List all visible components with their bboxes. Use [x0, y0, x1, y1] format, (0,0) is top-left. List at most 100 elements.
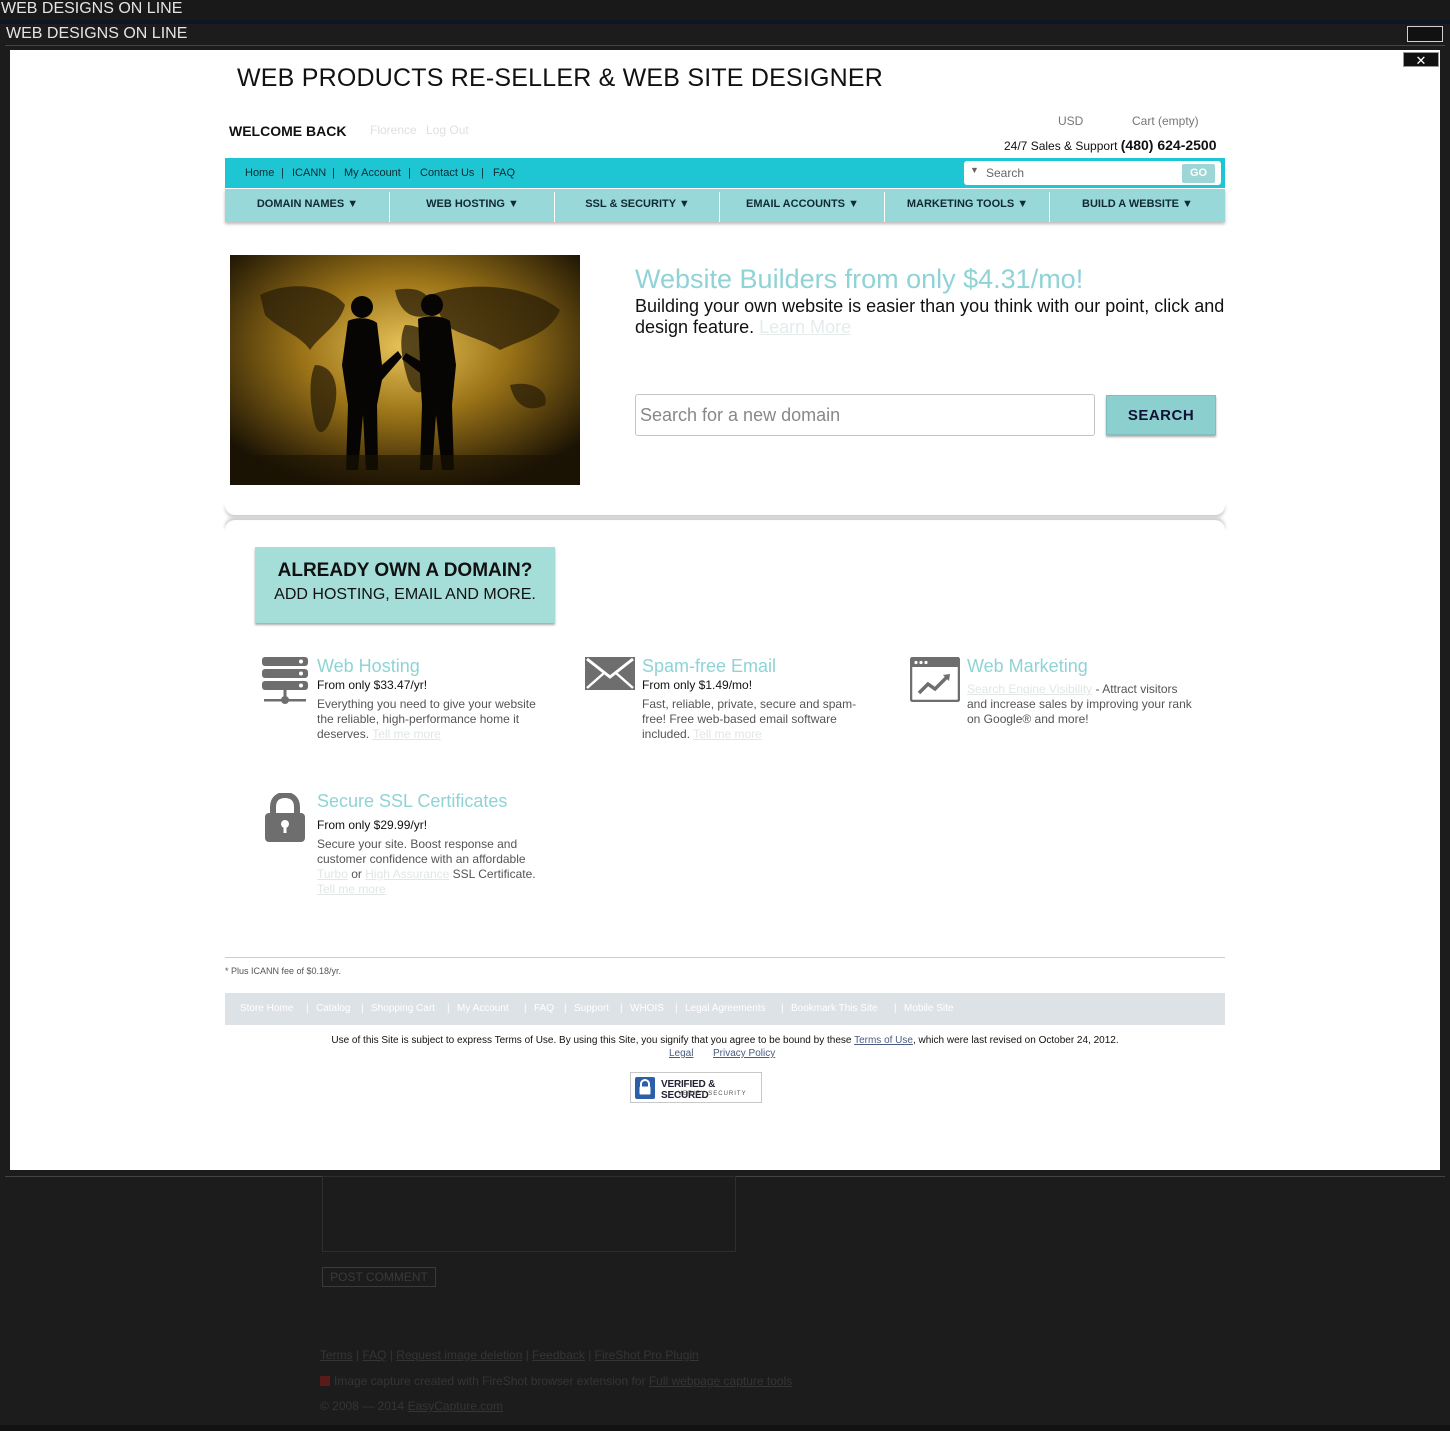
seal-line-1: VERIFIED & SECURED — [661, 1079, 716, 1101]
background-capture-note: Image capture created with FireShot brow… — [320, 1374, 792, 1388]
ssl-price: From only $29.99/yr! — [317, 818, 428, 832]
ssl-cert-text: SSL Certificate. — [452, 867, 536, 881]
terms-of-use-link[interactable]: Terms of Use — [854, 1035, 913, 1046]
web-hosting-title[interactable]: Web Hosting — [317, 656, 420, 677]
footer-separator: | — [620, 1003, 623, 1014]
spam-free-email-price: From only $1.49/mo! — [642, 678, 753, 692]
footer-link-store-home[interactable]: Store Home — [240, 1003, 293, 1014]
legal-link[interactable]: Legal — [669, 1048, 693, 1059]
util-link-home[interactable]: Home — [245, 167, 274, 179]
bg-link-request-deletion[interactable]: Request image deletion — [396, 1348, 522, 1362]
already-own-domain-button[interactable]: ALREADY OWN A DOMAIN? ADD HOSTING, EMAIL… — [255, 547, 555, 623]
domain-search-input[interactable] — [635, 394, 1095, 436]
ssl-tell-me-more[interactable]: Tell me more — [317, 882, 386, 896]
footer-separator: | — [361, 1003, 364, 1014]
nav-web-hosting[interactable]: WEB HOSTING ▼ — [390, 189, 555, 222]
seal-line-2: VERIFY SECURITY — [678, 1091, 747, 1097]
footer-separator: | — [564, 1003, 567, 1014]
nav-email-accounts[interactable]: EMAIL ACCOUNTS ▼ — [720, 189, 885, 222]
main-nav: DOMAIN NAMES ▼ WEB HOSTING ▼ SSL & SECUR… — [225, 189, 1225, 222]
bg-link-feedback[interactable]: Feedback — [532, 1348, 585, 1362]
terms-text-before: Use of this Site is subject to express T… — [331, 1035, 852, 1046]
own-domain-subheading: ADD HOSTING, EMAIL AND MORE. — [274, 586, 536, 603]
lightbox-title: WEB DESIGNS ON LINE — [5, 24, 1445, 46]
window-title: WEB DESIGNS ON LINE — [0, 0, 1450, 20]
spam-free-email-title[interactable]: Spam-free Email — [642, 656, 776, 677]
footer-link-whois[interactable]: WHOIS — [630, 1003, 664, 1014]
capture-tools-link[interactable]: Full webpage capture tools — [649, 1374, 792, 1388]
shield-lock-icon — [635, 1077, 655, 1099]
search-scope-dropdown-icon[interactable]: ▼ — [970, 165, 979, 175]
lightbox-frame-button[interactable] — [1407, 26, 1443, 42]
post-comment-button[interactable]: POST COMMENT — [322, 1267, 436, 1287]
web-hosting-tell-me-more[interactable]: Tell me more — [372, 727, 441, 741]
bottom-edge — [0, 1425, 1450, 1431]
footer-link-catalog[interactable]: Catalog — [316, 1003, 350, 1014]
site-title: WEB PRODUCTS RE-SELLER & WEB SITE DESIGN… — [237, 64, 884, 92]
section-divider — [225, 520, 1225, 532]
icann-fee-note: * Plus ICANN fee of $0.18/yr. — [225, 966, 342, 976]
util-link-contact-us[interactable]: Contact Us — [420, 167, 474, 179]
nav-marketing-tools[interactable]: MARKETING TOOLS ▼ — [885, 189, 1050, 222]
bg-link-faq[interactable]: FAQ — [362, 1348, 386, 1362]
terms-text-after: , which were last revised on October 24,… — [912, 1035, 1119, 1046]
privacy-policy-link[interactable]: Privacy Policy — [713, 1048, 775, 1059]
support-line: 24/7 Sales & Support (480) 624-2500 — [1004, 137, 1217, 153]
footer-link-mobile-site[interactable]: Mobile Site — [904, 1003, 953, 1014]
nav-domain-names[interactable]: DOMAIN NAMES ▼ — [225, 189, 390, 222]
close-icon[interactable]: ✕ — [1403, 52, 1439, 68]
chart-window-icon — [909, 656, 961, 707]
footer-divider — [225, 957, 1225, 958]
own-domain-heading: ALREADY OWN A DOMAIN? — [277, 560, 533, 581]
footer-link-support[interactable]: Support — [574, 1003, 609, 1014]
comment-textarea[interactable] — [322, 1176, 736, 1252]
web-marketing-title[interactable]: Web Marketing — [967, 656, 1088, 677]
capture-note-text: Image capture created with FireShot brow… — [334, 1374, 646, 1388]
footer-separator: | — [524, 1003, 527, 1014]
email-tell-me-more[interactable]: Tell me more — [693, 727, 762, 741]
cart-link[interactable]: Cart (empty) — [1132, 114, 1199, 128]
turbo-link[interactable]: Turbo — [317, 867, 348, 881]
ssl-certificates-title[interactable]: Secure SSL Certificates — [317, 791, 507, 812]
copyright-text: © 2008 — 2014 — [320, 1399, 405, 1413]
footer-separator: | — [675, 1003, 678, 1014]
ssl-desc-text: Secure your site. Boost response and cus… — [317, 837, 526, 866]
search-go-button[interactable]: GO — [1182, 164, 1215, 183]
logout-link[interactable]: Log Out — [426, 123, 469, 137]
section-divider — [225, 503, 1225, 515]
site-search-input[interactable] — [986, 164, 1176, 182]
footer-link-legal-agreements[interactable]: Legal Agreements — [685, 1003, 766, 1014]
domain-search-button[interactable]: SEARCH — [1106, 395, 1216, 435]
util-link-icann[interactable]: ICANN — [292, 167, 326, 179]
currency-selector[interactable]: USD — [1058, 114, 1083, 128]
ssl-description: Secure your site. Boost response and cus… — [317, 837, 547, 897]
hero-body-text: Building your own website is easier than… — [635, 296, 1225, 337]
spam-free-email-description: Fast, reliable, private, secure and spam… — [642, 697, 867, 742]
footer-link-faq[interactable]: FAQ — [534, 1003, 554, 1014]
bg-link-terms[interactable]: Terms — [320, 1348, 353, 1362]
copyright-link[interactable]: EasyCapture.com — [408, 1399, 503, 1413]
hero-title: Website Builders from only $4.31/mo! — [635, 264, 1084, 294]
learn-more-link[interactable]: Learn More — [759, 317, 851, 337]
envelope-icon — [585, 657, 635, 695]
nav-ssl-security[interactable]: SSL & SECURITY ▼ — [555, 189, 720, 222]
footer-link-bookmark[interactable]: Bookmark This Site — [791, 1003, 878, 1014]
search-engine-visibility-link[interactable]: Search Engine Visibility — [967, 682, 1092, 696]
terms-notice: Use of this Site is subject to express T… — [225, 1035, 1225, 1046]
util-link-my-account[interactable]: My Account — [344, 167, 401, 179]
footer-separator: | — [781, 1003, 784, 1014]
footer-link-shopping-cart[interactable]: Shopping Cart — [371, 1003, 435, 1014]
user-name-link[interactable]: Florence — [370, 123, 417, 137]
footer-link-my-account[interactable]: My Account — [457, 1003, 509, 1014]
ssl-or-text: or — [351, 867, 362, 881]
high-assurance-link[interactable]: High Assurance — [365, 867, 449, 881]
nav-build-a-website[interactable]: BUILD A WEBSITE ▼ — [1050, 189, 1225, 222]
footer-separator: | — [447, 1003, 450, 1014]
util-link-faq[interactable]: FAQ — [493, 167, 515, 179]
support-label: 24/7 Sales & Support — [1004, 139, 1118, 153]
util-separator: | — [281, 167, 284, 179]
util-separator: | — [481, 167, 484, 179]
verified-secured-seal[interactable]: VERIFIED & SECURED VERIFY SECURITY — [630, 1072, 762, 1103]
bg-link-fireshot[interactable]: FireShot Pro Plugin — [595, 1348, 699, 1362]
hero-handshake-image — [230, 255, 580, 485]
